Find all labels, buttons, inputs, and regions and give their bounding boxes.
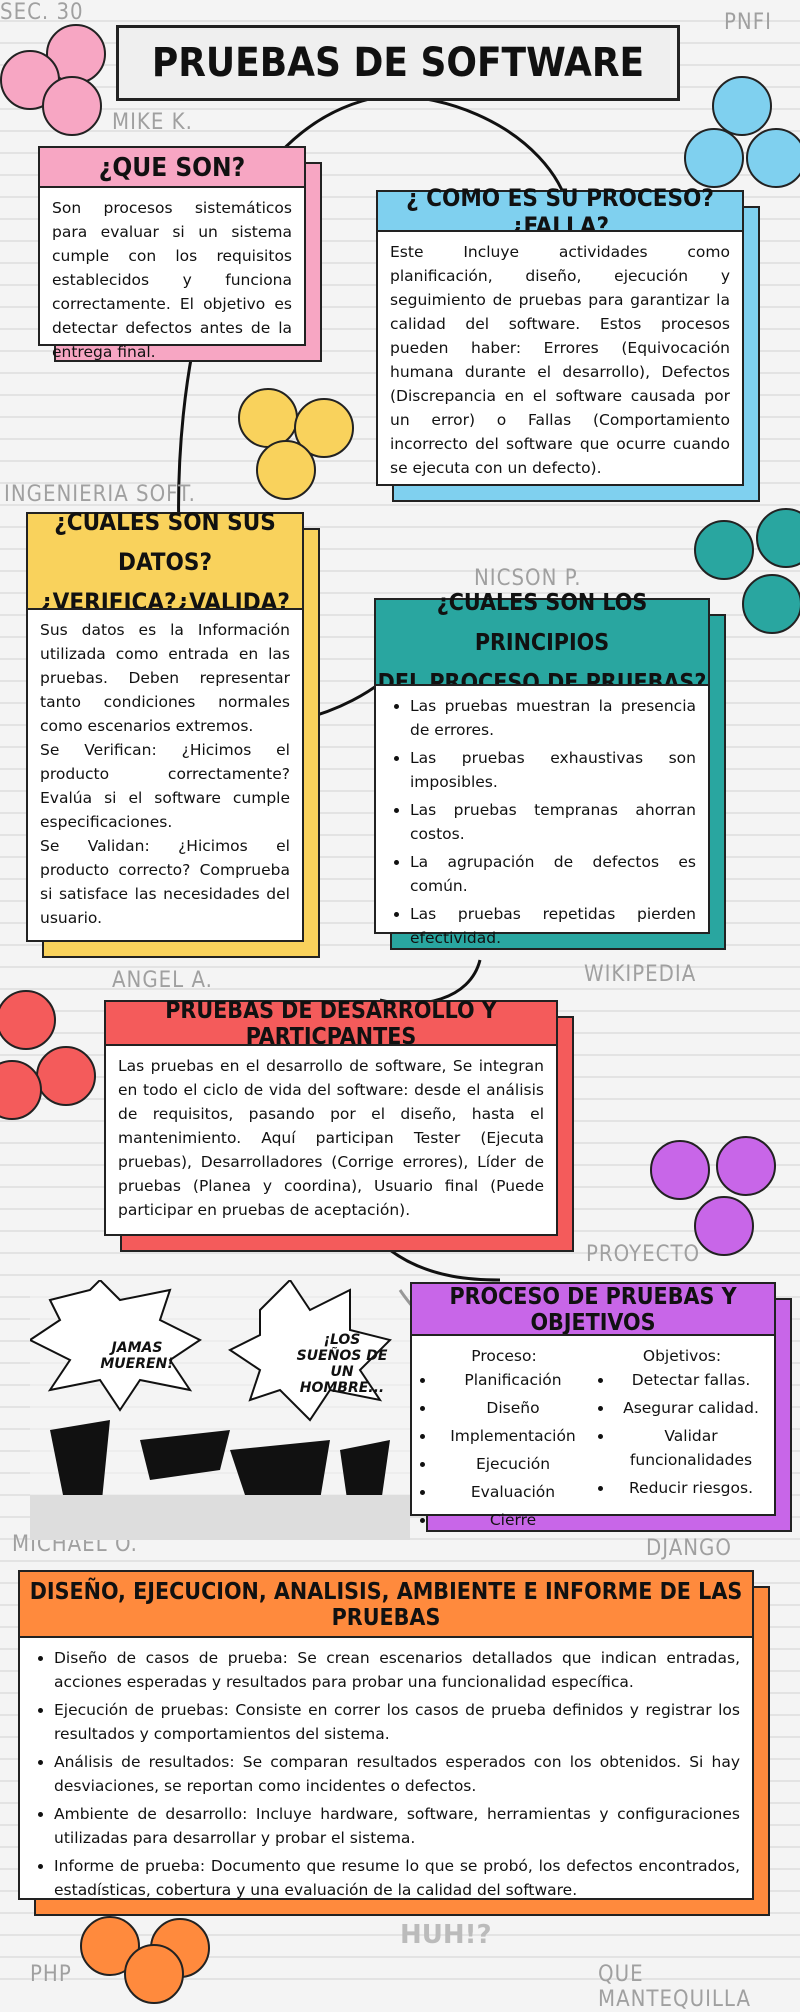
card-heading: PROCESO DE PRUEBAS Y OBJETIVOS [410, 1282, 776, 1338]
card-heading: PRUEBAS DE DESARROLLO Y PARTICPANTES [104, 998, 558, 1050]
speech-bubble-text: ¡LOS SUEÑOS DE UN HOMBRE... [296, 1332, 388, 1396]
card-body: Sus datos es la Información utilizada co… [26, 608, 304, 942]
card-que-son: ¿QUE SON? Son procesos sistemáticos para… [38, 146, 322, 362]
list-item: Ejecución [436, 1452, 590, 1476]
tag-wikipedia: WIKIPEDIA [584, 962, 697, 987]
list-item: Diseño [436, 1396, 590, 1420]
card-body: Las pruebas en el desarrollo de software… [104, 1044, 558, 1236]
manga-illustration [30, 1280, 410, 1540]
objetivos-column: Objetivos: Detectar fallas. Asegurar cal… [596, 1344, 768, 1506]
card-heading: ¿ COMO ES SU PROCESO?¿FALLA? [376, 184, 744, 240]
proceso-column: Proceso: Planificación Diseño Implementa… [418, 1344, 590, 1529]
column-label: Proceso: [471, 1347, 537, 1365]
list-item: Cierre [436, 1508, 590, 1532]
yellow-dot [238, 388, 298, 448]
card-datos: ¿CUALES SON SUS DATOS? ¿VERIFICA?¿VALIDA… [26, 508, 320, 958]
proceso-list: Planificación Diseño Implementación Ejec… [418, 1368, 590, 1532]
list-item: Las pruebas tempranas ahorran costos. [410, 798, 696, 846]
column-label: Objetivos: [642, 1347, 722, 1365]
tag-php: PHP [30, 1962, 72, 1987]
card-heading-line: ¿CUALES SON SUS DATOS? [54, 508, 276, 576]
list-item: La agrupación de defectos es común. [410, 850, 696, 898]
card-text: Este Incluye actividades como planificac… [390, 243, 730, 477]
manga-sfx-text: HUH!? [400, 1920, 492, 1950]
diseno-list: Diseño de casos de prueba: Se crean esce… [32, 1646, 740, 1902]
list-item: Planificación [436, 1368, 590, 1392]
list-item: Diseño de casos de prueba: Se crean esce… [54, 1646, 740, 1694]
pink-dot [42, 76, 102, 136]
card-text: Las pruebas en el desarrollo de software… [118, 1057, 544, 1219]
tag-mike: MIKE K. [112, 110, 193, 135]
tag-pnfi: PNFI [724, 10, 772, 35]
card-heading-line: ¿CUALES SON LOS PRINCIPIOS [436, 590, 648, 656]
list-item: Asegurar calidad. [614, 1396, 768, 1420]
red-dot [36, 1046, 96, 1106]
list-item: Implementación [436, 1424, 590, 1448]
card-body: Este Incluye actividades como planificac… [376, 230, 744, 486]
list-item: Las pruebas muestran la presencia de err… [410, 694, 696, 742]
objetivos-list: Detectar fallas. Asegurar calidad. Valid… [596, 1368, 768, 1500]
list-item: Ambiente de desarrollo: Incluye hardware… [54, 1802, 740, 1850]
card-text: Sus datos es la Información utilizada co… [40, 621, 290, 735]
card-heading: ¿QUE SON? [38, 146, 306, 190]
card-desarrollo: PRUEBAS DE DESARROLLO Y PARTICPANTES Las… [104, 998, 574, 1252]
card-objetivos: PROCESO DE PRUEBAS Y OBJETIVOS Proceso: … [410, 1282, 792, 1532]
card-body: Las pruebas muestran la presencia de err… [374, 684, 710, 947]
card-body: Proceso: Planificación Diseño Implementa… [410, 1334, 776, 1529]
card-principios: ¿CUALES SON LOS PRINCIPIOS DEL PROCESO D… [374, 590, 726, 950]
blue-dot [684, 128, 744, 188]
page-title: PRUEBAS DE SOFTWARE [116, 25, 680, 101]
principles-list: Las pruebas muestran la presencia de err… [388, 694, 696, 950]
list-item: Validar funcionalidades [614, 1424, 768, 1472]
card-text: Son procesos sistemáticos para evaluar s… [52, 199, 292, 361]
teal-dot [742, 574, 800, 634]
tag-angel: ANGEL A. [112, 968, 213, 993]
list-item: Análisis de resultados: Se comparan resu… [54, 1750, 740, 1798]
list-item: Informe de prueba: Documento que resume … [54, 1854, 740, 1902]
card-heading: DISEÑO, EJECUCION, ANALISIS, AMBIENTE E … [18, 1570, 754, 1640]
teal-dot [694, 520, 754, 580]
card-text: Se Verifican: ¿Hicimos el producto corre… [40, 741, 290, 831]
purple-dot [716, 1136, 776, 1196]
card-heading: ¿CUALES SON LOS PRINCIPIOS DEL PROCESO D… [374, 590, 710, 696]
tag-sec: SEC. 30 [0, 0, 84, 25]
tag-proyecto: PROYECTO [586, 1242, 701, 1267]
list-item: Las pruebas exhaustivas son imposibles. [410, 746, 696, 794]
list-item: Evaluación [436, 1480, 590, 1504]
list-item: Detectar fallas. [614, 1368, 768, 1392]
card-body: Son procesos sistemáticos para evaluar s… [38, 186, 306, 361]
list-item: Ejecución de pruebas: Consiste en correr… [54, 1698, 740, 1746]
list-item: Las pruebas repetidas pierden efectivida… [410, 902, 696, 950]
list-item: Reducir riesgos. [614, 1476, 768, 1500]
speech-bubble-text: JAMAS MUEREN! [100, 1340, 174, 1372]
blue-dot [746, 128, 800, 188]
card-diseno: DISEÑO, EJECUCION, ANALISIS, AMBIENTE E … [18, 1570, 770, 1916]
tag-django: DJANGO [646, 1536, 732, 1561]
card-body: Diseño de casos de prueba: Se crean esce… [18, 1636, 754, 1900]
card-proceso-falla: ¿ COMO ES SU PROCESO?¿FALLA? Este Incluy… [376, 184, 760, 502]
purple-dot [650, 1140, 710, 1200]
blue-dot [712, 76, 772, 136]
yellow-dot [256, 440, 316, 500]
purple-dot [694, 1196, 754, 1256]
card-heading: ¿CUALES SON SUS DATOS? ¿VERIFICA?¿VALIDA… [26, 508, 304, 616]
orange-dot [124, 1944, 184, 2004]
tag-que-mantequilla: QUE MANTEQUILLA [598, 1962, 751, 2012]
card-text: Se Validan: ¿Hicimos el producto correct… [40, 837, 290, 927]
